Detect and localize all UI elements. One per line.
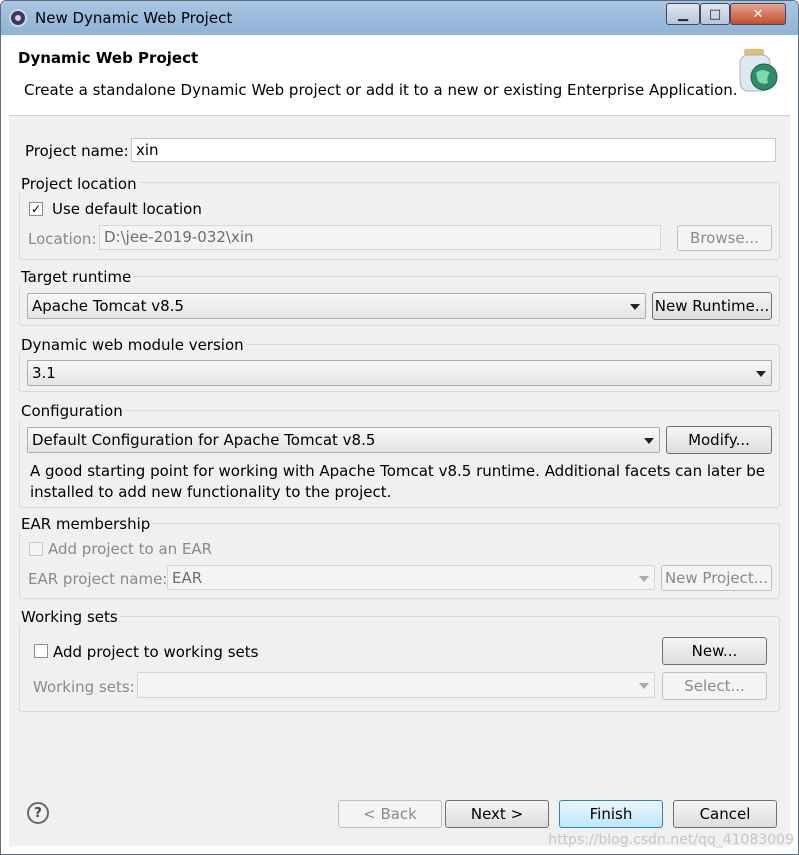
chevron-down-icon xyxy=(630,304,640,310)
use-default-location-checkbox[interactable]: ✓ xyxy=(29,202,43,216)
module-version-title: Dynamic web module version xyxy=(19,336,246,354)
back-button[interactable]: < Back xyxy=(338,800,442,828)
title-bar[interactable]: New Dynamic Web Project ▁ □ ✕ xyxy=(1,1,798,35)
target-runtime-title: Target runtime xyxy=(19,268,134,286)
project-name-label: Project name: xyxy=(25,142,129,160)
project-location-title: Project location xyxy=(19,175,139,193)
chevron-down-icon xyxy=(639,576,649,582)
wizard-header: Dynamic Web Project Create a standalone … xyxy=(9,35,790,116)
working-sets-label: Working sets: xyxy=(33,678,135,696)
modify-button[interactable]: Modify... xyxy=(666,426,772,454)
target-runtime-select[interactable]: Apache Tomcat v8.5 xyxy=(27,293,646,319)
eclipse-app-icon xyxy=(9,9,27,27)
watermark-text: https://blog.csdn.net/qq_41083009 xyxy=(548,832,794,848)
working-sets-select[interactable] xyxy=(137,672,655,698)
help-icon[interactable]: ? xyxy=(27,802,49,824)
use-default-location-label: Use default location xyxy=(52,200,202,218)
ear-project-name-select[interactable]: EAR xyxy=(167,565,655,590)
dialog-window: New Dynamic Web Project ▁ □ ✕ Dynamic We… xyxy=(0,0,799,855)
chevron-down-icon xyxy=(639,683,649,689)
module-version-value: 3.1 xyxy=(32,364,56,382)
ear-membership-title: EAR membership xyxy=(19,515,153,533)
location-label: Location: xyxy=(28,230,97,248)
add-to-working-sets-checkbox[interactable] xyxy=(34,644,48,658)
location-input[interactable]: D:\jee-2019-032\xin xyxy=(99,225,661,250)
configuration-title: Configuration xyxy=(19,402,125,420)
web-project-globe-icon xyxy=(739,49,778,92)
add-to-ear-checkbox[interactable] xyxy=(29,542,43,556)
cancel-button[interactable]: Cancel xyxy=(673,800,777,828)
wizard-description: Create a standalone Dynamic Web project … xyxy=(24,81,738,99)
next-button[interactable]: Next > xyxy=(445,800,549,828)
chevron-down-icon xyxy=(756,371,766,377)
module-version-select[interactable]: 3.1 xyxy=(27,360,772,386)
target-runtime-value: Apache Tomcat v8.5 xyxy=(32,297,184,315)
finish-button[interactable]: Finish xyxy=(559,800,663,828)
working-sets-title: Working sets xyxy=(19,608,120,626)
configuration-description-line2: installed to add new functionality to th… xyxy=(30,483,392,501)
wizard-title: Dynamic Web Project xyxy=(18,49,199,67)
project-name-input[interactable]: xin xyxy=(131,138,776,162)
configuration-select[interactable]: Default Configuration for Apache Tomcat … xyxy=(27,427,660,453)
minimize-button[interactable]: ▁ xyxy=(666,3,700,25)
add-to-ear-label: Add project to an EAR xyxy=(48,540,213,558)
browse-button[interactable]: Browse... xyxy=(677,225,772,251)
new-runtime-button[interactable]: New Runtime... xyxy=(652,292,772,320)
new-working-set-button[interactable]: New... xyxy=(662,637,767,665)
ear-project-name-label: EAR project name: xyxy=(28,570,168,588)
select-working-sets-button[interactable]: Select... xyxy=(662,672,767,700)
configuration-value: Default Configuration for Apache Tomcat … xyxy=(32,431,376,449)
close-button[interactable]: ✕ xyxy=(730,3,786,25)
new-ear-project-button[interactable]: New Project... xyxy=(661,565,772,591)
ear-project-name-value: EAR xyxy=(172,569,203,587)
chevron-down-icon xyxy=(644,438,654,444)
configuration-description-line1: A good starting point for working with A… xyxy=(30,462,766,480)
window-title: New Dynamic Web Project xyxy=(35,9,233,27)
add-to-working-sets-label: Add project to working sets xyxy=(53,643,259,661)
maximize-button[interactable]: □ xyxy=(700,3,730,25)
wizard-content: Project name: xin Project location ✓ Use… xyxy=(9,116,790,846)
